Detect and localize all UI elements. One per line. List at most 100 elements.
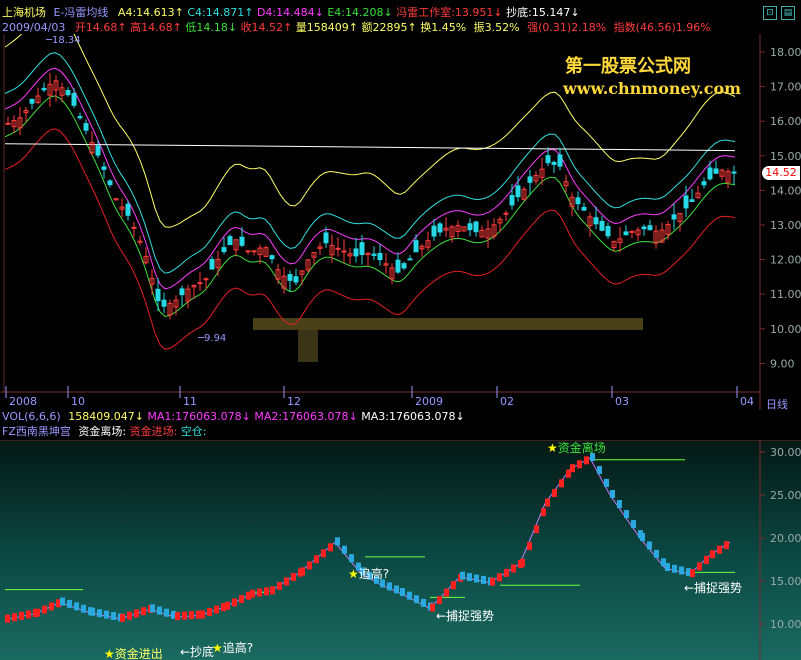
candle-body xyxy=(509,195,515,206)
indicator-block xyxy=(19,611,24,620)
candle-body xyxy=(593,217,599,225)
candle-body xyxy=(581,206,587,211)
index-value: 指数(46.56)1.96% xyxy=(613,21,711,34)
header-line-1: 上海机场 E-冯雷均线 A4:14.613↑ C4:14.871↑ D4:14.… xyxy=(2,6,580,19)
indicator-block xyxy=(640,533,645,541)
indicator-block xyxy=(474,574,479,583)
indicator-block xyxy=(534,525,539,534)
chart-settings-icon[interactable]: ⊡ xyxy=(763,6,777,20)
indicator-block xyxy=(584,456,589,465)
high-marker: ─18.34 xyxy=(46,35,81,46)
fund-in-label: 资金进场: xyxy=(129,425,178,438)
window-restore-icon[interactable]: ▤ xyxy=(781,6,795,20)
indicator-name[interactable]: FZ西南黑坤宫 xyxy=(2,425,71,438)
candle-body xyxy=(293,276,299,283)
indicator-tick-label: 20.00 xyxy=(770,532,801,545)
indicator-block xyxy=(250,589,255,598)
indicator-block xyxy=(527,541,532,550)
candle-body xyxy=(401,263,407,269)
indicator-block xyxy=(511,564,516,573)
ma1-value: MA1:176063.078 xyxy=(147,410,242,423)
annotation-chase-1-text: 追高? xyxy=(222,641,254,655)
annotation-bottom: ←抄底 xyxy=(180,643,214,660)
indicator-block xyxy=(60,597,65,606)
indicator-block xyxy=(690,569,695,578)
fl-work-value: 冯雷工作室:13.951 xyxy=(396,6,494,19)
indicator-block xyxy=(150,604,155,613)
indicator-block xyxy=(134,609,139,618)
indicator-tick-label: 10.00 xyxy=(770,618,801,631)
time-tick-label: 2009 xyxy=(415,395,443,408)
candle-body xyxy=(605,225,611,237)
indicator-block xyxy=(200,610,205,619)
price-tick-label: 15.00 xyxy=(770,150,801,163)
period-label[interactable]: 日线 xyxy=(766,396,788,412)
indicator-block xyxy=(189,611,194,620)
indicator-block xyxy=(300,567,305,576)
indicator-block xyxy=(81,604,86,613)
indicator-block xyxy=(164,608,169,617)
a4-value: A4:14.613 xyxy=(117,6,175,19)
indicator-block xyxy=(328,543,333,552)
candle-body xyxy=(413,240,419,253)
indicator-block xyxy=(717,545,722,554)
indicator-header: FZ西南黑坤宫 资金离场: 资金进场: 空仓: xyxy=(2,425,207,439)
indicator-block xyxy=(264,587,269,596)
indicator-block xyxy=(291,573,296,582)
price-tick-label: 11.00 xyxy=(770,288,801,301)
volume-header: VOL(6,6,6) 158409.047↓ MA1:176063.078↓ M… xyxy=(2,410,465,423)
indicator-block xyxy=(679,566,684,575)
indicator-block xyxy=(604,478,609,487)
annotation-bottom-text: ←抄底 xyxy=(180,645,215,659)
candle-body xyxy=(545,155,551,164)
moving-average-band xyxy=(4,95,736,318)
indicator-block xyxy=(67,599,72,608)
formula-name[interactable]: E-冯雷均线 xyxy=(54,6,109,19)
candle-body xyxy=(161,299,167,307)
ma2-value: MA2:176063.078 xyxy=(254,410,349,423)
indicator-block xyxy=(257,588,262,597)
annotation-chase-1: ★追高? xyxy=(212,641,254,655)
candle-body xyxy=(647,225,653,231)
candle-body xyxy=(503,212,509,215)
candle-body xyxy=(95,145,101,156)
time-tick-label: 2008 xyxy=(9,395,37,408)
annotation-strong-2-text: ←捕捉强势 xyxy=(684,581,743,595)
indicator-block xyxy=(141,607,146,616)
date-value: 2009/04/03 xyxy=(2,21,66,34)
indicator-block xyxy=(307,561,312,570)
candle-body xyxy=(707,167,713,180)
indicator-block xyxy=(624,510,629,519)
indicator-chart[interactable]: 30.00 25.00 20.00 15.00 10.00 xyxy=(0,440,801,660)
indicator-block xyxy=(120,613,125,622)
watermark-url: www.chnmoney.com xyxy=(563,79,742,98)
indicator-block xyxy=(631,520,636,529)
indicator-block xyxy=(277,581,282,590)
candle-body xyxy=(209,258,215,270)
indicator-block xyxy=(710,550,715,559)
empty-label: 空仓: xyxy=(180,425,207,438)
indicator-block xyxy=(570,464,575,473)
candle-body xyxy=(557,154,563,167)
stock-name: 上海机场 xyxy=(2,6,46,19)
price-tick-label: 9.00 xyxy=(770,357,795,370)
indicator-block xyxy=(430,603,435,612)
price-tick-label: 18.00 xyxy=(770,46,801,59)
candle-body xyxy=(527,176,533,183)
candle-body xyxy=(467,223,473,231)
indicator-block xyxy=(414,595,419,604)
volume-value: 量158409 xyxy=(295,21,349,34)
candle-body xyxy=(269,255,275,260)
indicator-block xyxy=(545,498,550,507)
low-value: 低14.18 xyxy=(185,21,228,34)
candle-body xyxy=(599,220,605,231)
candle-body xyxy=(353,248,359,257)
indicator-block xyxy=(504,568,509,577)
candle-body xyxy=(575,197,581,205)
price-tick-label: 17.00 xyxy=(770,81,801,94)
indicator-block xyxy=(270,586,275,595)
annotation-exit-text: 资金离场 xyxy=(557,441,606,455)
indicator-line xyxy=(4,457,731,621)
indicator-block xyxy=(111,612,116,621)
current-price-tag: 14.52 xyxy=(762,166,800,180)
